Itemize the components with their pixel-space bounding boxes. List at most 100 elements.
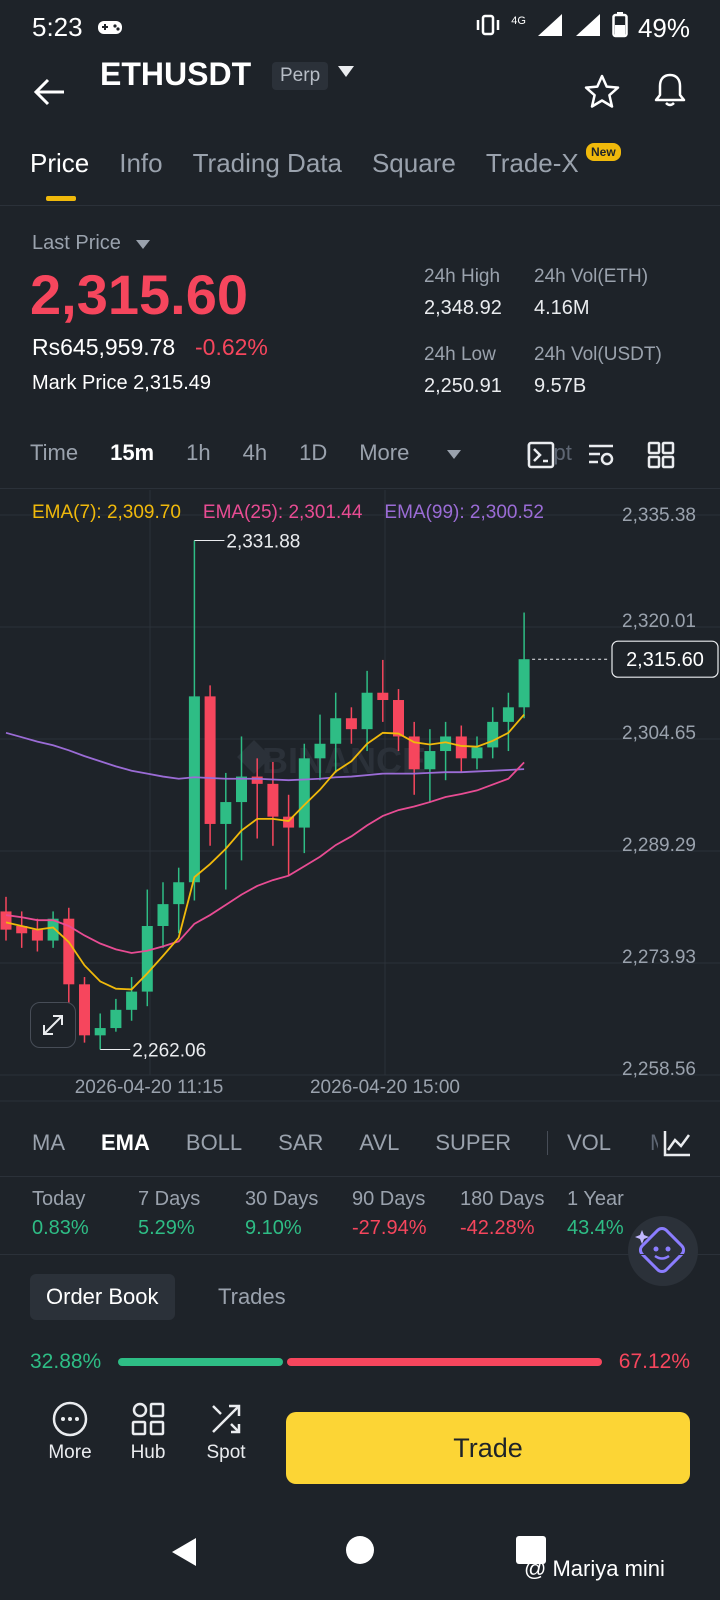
last-price-label[interactable]: Last Price: [32, 232, 121, 255]
candle-body: [157, 904, 169, 926]
candle-body: [94, 1028, 106, 1036]
interval-bar: Time 15m 1h 4h 1D More Dept: [30, 440, 604, 466]
trade-button[interactable]: Trade: [286, 1412, 690, 1484]
chart-settings-icon[interactable]: [526, 440, 556, 470]
candle-body: [487, 721, 499, 748]
candle-body: [330, 718, 342, 744]
last-price-dropdown-icon[interactable]: [136, 240, 150, 249]
low-marker-label: 2,262.06: [132, 1040, 206, 1061]
perf-1y: 1 Year 43.4%: [567, 1188, 627, 1240]
layout-grid-icon[interactable]: [646, 440, 676, 470]
low-value: 2,250.91: [424, 375, 502, 397]
tab-trades[interactable]: Trades: [218, 1284, 286, 1310]
candle-body: [0, 911, 12, 930]
interval-more-label: More: [359, 440, 410, 465]
low-label: 24h Low: [424, 344, 496, 365]
hub-label: Hub: [130, 1442, 166, 1463]
bid-ratio-bar: [118, 1358, 283, 1366]
indicator-avl[interactable]: AVL: [359, 1130, 399, 1156]
favorite-star-icon[interactable]: [582, 72, 622, 112]
ema7-legend: EMA(7): 2,309.70: [32, 502, 181, 523]
nav-home-icon[interactable]: [346, 1536, 374, 1564]
candle-body: [455, 736, 467, 759]
support-bot-icon: [635, 1226, 686, 1274]
candle-body: [126, 991, 138, 1010]
indicator-ma[interactable]: MA: [32, 1130, 65, 1156]
high-marker-label: 2,331.88: [226, 532, 300, 553]
indicator-chart-icon[interactable]: [660, 1126, 694, 1160]
indicator-more-partial[interactable]: M: [650, 1130, 658, 1156]
symbol-dropdown-icon[interactable]: [338, 66, 354, 77]
perf-7d: 7 Days 5.29%: [138, 1188, 200, 1240]
battery-icon: [612, 12, 628, 45]
price-chart[interactable]: 2,335.38 2,320.01 2,304.65 2,289.29 2,273.93…: [0, 490, 720, 1110]
tab-order-book[interactable]: Order Book: [30, 1274, 175, 1320]
perf-label: 90 Days: [352, 1188, 426, 1210]
tab-info[interactable]: Info: [119, 148, 162, 179]
candle-body: [173, 882, 185, 905]
interval-more[interactable]: More: [359, 440, 493, 466]
divider: [0, 205, 720, 206]
indicator-super[interactable]: SUPER: [435, 1130, 511, 1156]
bid-ratio: 32.88%: [30, 1350, 102, 1373]
indicator-ema[interactable]: EMA: [101, 1130, 150, 1156]
more-button[interactable]: More: [30, 1400, 110, 1464]
spot-button[interactable]: Spot: [186, 1400, 266, 1464]
mark-price: Mark Price 2,315.49: [32, 372, 211, 395]
indicator-sar[interactable]: SAR: [278, 1130, 323, 1156]
perf-value: -27.94%: [352, 1217, 427, 1239]
candle-body: [141, 925, 153, 992]
candle-body: [502, 707, 514, 722]
candle-body: [267, 783, 279, 817]
candle-body: [110, 1009, 122, 1029]
perf-value: 5.29%: [138, 1217, 195, 1239]
perp-badge: Perp: [272, 62, 329, 90]
hub-button[interactable]: Hub: [108, 1400, 188, 1464]
fullscreen-button[interactable]: [30, 1002, 76, 1048]
support-bot-button[interactable]: [628, 1216, 698, 1286]
candle-body: [251, 776, 263, 784]
status-time: 5:23: [32, 12, 83, 42]
swap-arrows-icon: [212, 1404, 241, 1434]
interval-time[interactable]: Time: [30, 440, 78, 466]
interval-4h[interactable]: 4h: [243, 440, 267, 466]
alert-bell-icon[interactable]: [650, 70, 690, 110]
ema-legend: EMA(7): 2,309.70 EMA(25): 2,301.44 EMA(9…: [32, 502, 544, 524]
battery-percent: 49%: [637, 13, 690, 43]
candle-body: [236, 776, 247, 803]
interval-1h[interactable]: 1h: [186, 440, 210, 466]
tab-square[interactable]: Square: [372, 148, 456, 179]
perf-value: 9.10%: [245, 1217, 302, 1239]
inr-price: Rs645,959.78: [32, 334, 176, 360]
vol-usdt-value: 9.57B: [534, 375, 587, 397]
mark-price-label: Mark Price: [32, 372, 128, 394]
network-4g-icon: 4G: [511, 14, 526, 27]
indicator-settings-icon[interactable]: [586, 440, 616, 470]
indicator-boll[interactable]: BOLL: [186, 1130, 242, 1156]
perf-value: 0.83%: [32, 1217, 89, 1239]
interval-15m[interactable]: 15m: [110, 440, 154, 466]
nav-back-icon[interactable]: [170, 1536, 198, 1573]
vol-eth-value: 4.16M: [534, 297, 590, 319]
candle-body: [424, 751, 436, 770]
symbol-title[interactable]: ETHUSDT: [100, 56, 251, 93]
back-button[interactable]: [30, 72, 70, 112]
ema25-line: [5, 761, 525, 954]
x-axis-label: 2026-04-20 11:15: [75, 1077, 224, 1098]
tab-trade-x[interactable]: Trade-X: [486, 148, 579, 179]
candle-body: [204, 696, 216, 824]
main-tabs: Price Info Trading Data Square Trade-X: [30, 148, 579, 179]
active-tab-indicator: [46, 196, 76, 201]
perf-label: Today: [32, 1188, 86, 1210]
tab-price[interactable]: Price: [30, 148, 89, 179]
more-caret-icon: [447, 449, 462, 459]
candle-body: [314, 743, 326, 759]
candle-body: [393, 700, 404, 737]
candle-body: [361, 692, 373, 730]
interval-1d[interactable]: 1D: [299, 440, 327, 466]
indicator-bar: MA EMA BOLL SAR AVL SUPER: [32, 1130, 549, 1156]
indicator-vol[interactable]: VOL: [567, 1130, 611, 1156]
divider: [0, 1254, 720, 1255]
tab-trading-data[interactable]: Trading Data: [193, 148, 342, 179]
hub-icon: [131, 1402, 165, 1436]
